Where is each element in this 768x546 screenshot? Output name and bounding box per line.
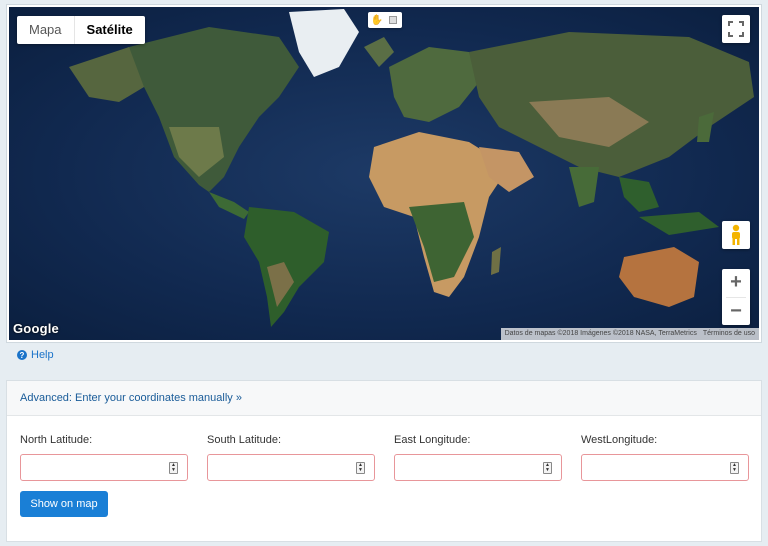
north-latitude-spinner[interactable]: ▲ ▼: [169, 462, 178, 474]
map-type-map-button[interactable]: Mapa: [17, 16, 74, 44]
east-longitude-input[interactable]: [395, 455, 561, 480]
terms-link[interactable]: Términos de uso: [703, 328, 755, 340]
attribution-text: Datos de mapas ©2018 Imágenes ©2018 NASA…: [504, 330, 697, 337]
fullscreen-icon: [728, 21, 744, 37]
map-frame: Mapa Satélite ✋ + − Google Datos de mapa…: [6, 4, 762, 343]
west-longitude-spinner[interactable]: ▲ ▼: [730, 462, 739, 474]
zoom-in-button[interactable]: +: [722, 269, 750, 297]
east-longitude-spinner[interactable]: ▲ ▼: [543, 462, 552, 474]
east-longitude-field: East Longitude: ▲ ▼: [394, 434, 562, 481]
google-logo[interactable]: Google: [13, 321, 59, 336]
north-latitude-input[interactable]: [21, 455, 187, 480]
east-longitude-wrapper: ▲ ▼: [394, 454, 562, 481]
south-latitude-spinner[interactable]: ▲ ▼: [356, 462, 365, 474]
world-map-imagery: [69, 9, 754, 327]
south-latitude-label: South Latitude:: [207, 434, 282, 446]
west-longitude-field: WestLongitude: ▲ ▼: [581, 434, 749, 481]
question-circle-icon: ?: [17, 350, 27, 360]
drawing-tools: ✋: [368, 12, 402, 28]
north-latitude-field: North Latitude: ▲ ▼: [20, 434, 188, 481]
zoom-control: + −: [722, 269, 750, 325]
satellite-map[interactable]: Mapa Satélite ✋ + − Google Datos de mapa…: [9, 7, 759, 340]
advanced-coordinates-panel: Advanced: Enter your coordinates manuall…: [6, 380, 762, 542]
fullscreen-button[interactable]: [722, 15, 750, 43]
map-attribution: Datos de mapas ©2018 Imágenes ©2018 NASA…: [500, 328, 759, 340]
north-latitude-wrapper: ▲ ▼: [20, 454, 188, 481]
west-longitude-wrapper: ▲ ▼: [581, 454, 749, 481]
map-type-control: Mapa Satélite: [17, 16, 145, 44]
zoom-out-button[interactable]: −: [722, 298, 750, 326]
hand-icon[interactable]: ✋: [371, 14, 383, 26]
west-longitude-input[interactable]: [582, 455, 748, 480]
help-label: Help: [31, 349, 54, 361]
advanced-toggle[interactable]: Advanced: Enter your coordinates manuall…: [7, 381, 761, 416]
coordinate-fields: North Latitude: ▲ ▼ South Latitude: ▲ ▼ Ea…: [20, 434, 749, 481]
rectangle-tool-icon[interactable]: [387, 14, 399, 26]
pegman-icon: [732, 224, 740, 245]
west-longitude-label: WestLongitude:: [581, 434, 658, 446]
map-type-satellite-button[interactable]: Satélite: [73, 16, 145, 44]
south-latitude-input[interactable]: [208, 455, 374, 480]
south-latitude-field: South Latitude: ▲ ▼: [207, 434, 375, 481]
east-longitude-label: East Longitude:: [394, 434, 471, 446]
help-link[interactable]: ? Help: [17, 349, 54, 361]
north-latitude-label: North Latitude:: [20, 434, 93, 446]
street-view-pegman-button[interactable]: [722, 221, 750, 249]
south-latitude-wrapper: ▲ ▼: [207, 454, 375, 481]
show-on-map-button[interactable]: Show on map: [20, 491, 108, 517]
